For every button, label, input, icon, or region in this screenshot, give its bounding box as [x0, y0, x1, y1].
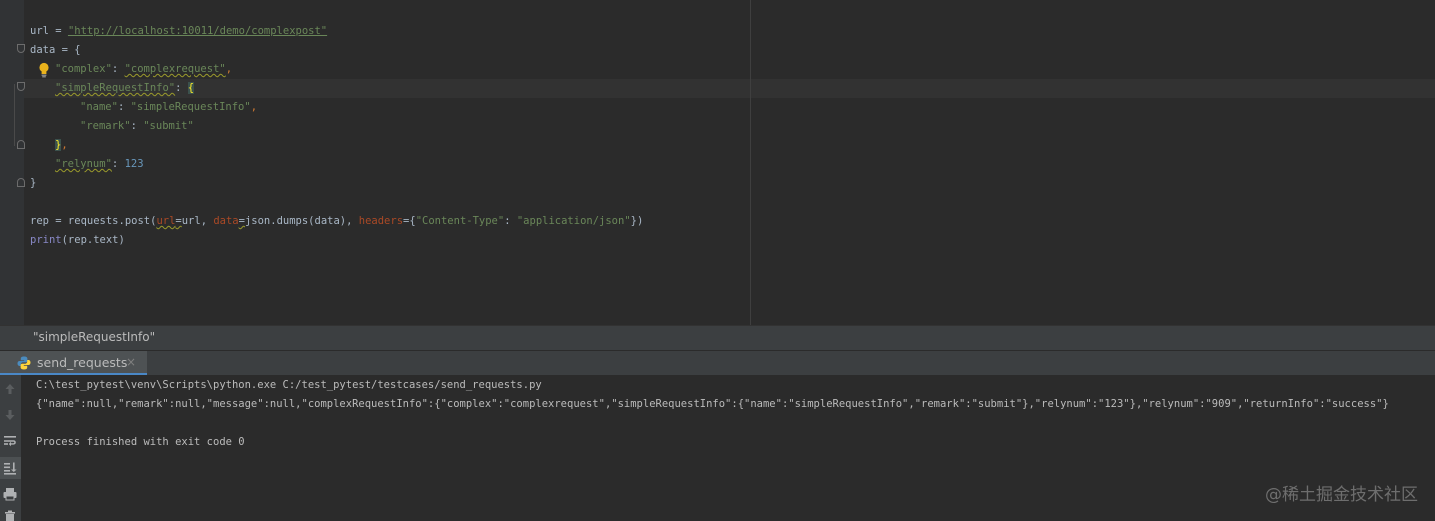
breadcrumb-item[interactable]: "simpleRequestInfo" — [33, 330, 155, 344]
colon: : — [504, 215, 517, 227]
url-string[interactable]: "http://localhost:10011/demo/complexpost… — [68, 25, 327, 37]
value-123: 123 — [124, 158, 144, 170]
scope-indicator — [14, 84, 15, 146]
fold-open-icon[interactable] — [17, 82, 25, 91]
soft-wrap-icon[interactable] — [2, 433, 18, 449]
value-simplerequestinfo: "simpleRequestInfo" — [130, 101, 251, 113]
print-args: (rep.text) — [61, 234, 125, 246]
code-line-relynum[interactable]: "relynum": 123 — [55, 155, 144, 174]
post-prefix: rep = requests.post( — [30, 215, 157, 227]
breadcrumb: "simpleRequestInfo" — [0, 325, 1435, 350]
right-margin-guide — [750, 0, 751, 325]
down-arrow-icon[interactable] — [2, 407, 18, 423]
comma: , — [250, 101, 258, 113]
code-line-data[interactable]: data = { — [30, 41, 81, 60]
python-icon — [17, 356, 31, 370]
scroll-to-end-icon[interactable] — [2, 460, 18, 476]
editor-gutter[interactable] — [0, 0, 25, 325]
code-line-simple[interactable]: "simpleRequestInfo": { — [55, 79, 195, 98]
colon: : — [130, 120, 144, 132]
console-output[interactable]: C:\test_pytest\venv\Scripts\python.exe C… — [22, 375, 1435, 521]
key-complex: "complex" — [55, 63, 112, 75]
comma: , — [225, 63, 233, 75]
code-line-remark[interactable]: "remark": "submit" — [80, 117, 194, 136]
key-relynum: "relynum" — [55, 158, 112, 170]
console-line: {"name":null,"remark":null,"message":nul… — [36, 398, 1389, 410]
code-line-name[interactable]: "name": "simpleRequestInfo", — [80, 98, 257, 117]
code-editor[interactable]: url = "http://localhost:10011/demo/compl… — [0, 0, 1435, 325]
header-value: "application/json" — [516, 215, 631, 227]
print-fn: print — [30, 234, 62, 246]
code-line-close-inner[interactable]: }, — [55, 136, 68, 155]
code-line-close-outer[interactable]: } — [30, 174, 36, 193]
arg-url: url, — [181, 215, 214, 227]
param-headers: headers — [358, 215, 404, 227]
comma: , — [61, 139, 68, 151]
fold-open-icon[interactable] — [17, 44, 25, 53]
trash-icon[interactable] — [2, 509, 18, 521]
eq-headers: ={ — [403, 215, 416, 227]
run-tool-window-tabs: send_requests × — [0, 350, 1435, 375]
colon: : — [111, 63, 125, 75]
watermark: @稀土掘金技术社区 — [1265, 485, 1418, 505]
code-line-post[interactable]: rep = requests.post(url=url, data=json.d… — [30, 212, 643, 231]
tab-label: send_requests — [37, 355, 128, 370]
key-remark: "remark" — [80, 120, 131, 132]
data-assign: data = { — [30, 44, 81, 56]
header-key: "Content-Type" — [415, 215, 505, 227]
tab-send-requests[interactable]: send_requests × — [0, 351, 147, 375]
open-brace-matched: { — [187, 82, 195, 94]
fold-close-icon[interactable] — [17, 140, 25, 149]
code-line-print[interactable]: print(rep.text) — [30, 231, 125, 250]
code-line-complex[interactable]: "complex": "complexrequest", — [55, 60, 232, 79]
var-url: url — [30, 25, 49, 37]
arg-data: json.dumps(data), — [244, 215, 359, 227]
lightbulb-icon[interactable] — [38, 62, 50, 78]
assign-op: = — [48, 25, 68, 37]
fold-close-icon[interactable] — [17, 178, 25, 187]
key-simplerequestinfo: "simpleRequestInfo" — [55, 82, 176, 94]
console-line: Process finished with exit code 0 — [36, 436, 245, 448]
colon: : — [111, 158, 125, 170]
post-suffix: }) — [630, 215, 644, 227]
run-toolbar — [0, 375, 22, 521]
current-line-highlight — [24, 79, 1435, 98]
console-line: C:\test_pytest\venv\Scripts\python.exe C… — [36, 379, 542, 391]
close-brace: } — [30, 177, 37, 189]
colon: : — [175, 82, 188, 94]
value-complexrequest: "complexrequest" — [124, 63, 226, 75]
colon: : — [117, 101, 131, 113]
print-icon[interactable] — [2, 486, 18, 502]
up-arrow-icon[interactable] — [2, 381, 18, 397]
param-url: url — [156, 215, 176, 227]
close-icon[interactable]: × — [126, 355, 136, 369]
value-submit: "submit" — [143, 120, 194, 132]
code-line-url[interactable]: url = "http://localhost:10011/demo/compl… — [30, 22, 327, 41]
param-data: data — [213, 215, 239, 227]
key-name: "name" — [80, 101, 118, 113]
